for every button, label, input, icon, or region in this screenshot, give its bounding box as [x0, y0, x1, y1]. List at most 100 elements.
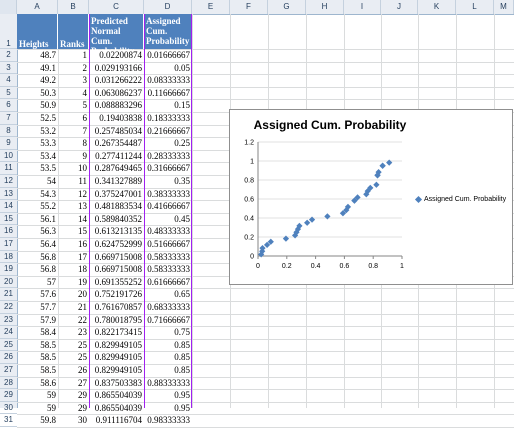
- column-header-c[interactable]: C: [89, 0, 144, 14]
- row-header-23[interactable]: 23: [0, 314, 17, 327]
- cell-r10-c2[interactable]: 0.277411244: [89, 150, 144, 163]
- row-header-3[interactable]: 3: [0, 62, 17, 75]
- cell-r11-c3[interactable]: 0.31666667: [144, 162, 192, 175]
- cell-r28-c1[interactable]: 27: [58, 377, 89, 390]
- cell-r28-c2[interactable]: 0.837503383: [89, 377, 144, 390]
- cell-r12-c0[interactable]: 54: [17, 175, 58, 188]
- cell-r21-c2[interactable]: 0.752191726: [89, 288, 144, 301]
- cell-r6-c0[interactable]: 50.9: [17, 99, 58, 112]
- row-header-26[interactable]: 26: [0, 351, 17, 364]
- cell-r20-c2[interactable]: 0.691355252: [89, 276, 144, 289]
- cell-r19-c1[interactable]: 18: [58, 263, 89, 276]
- cell-r13-c3[interactable]: 0.38333333: [144, 188, 192, 201]
- row-header-13[interactable]: 13: [0, 188, 17, 201]
- cell-r2-c2[interactable]: 0.02200874: [89, 49, 144, 62]
- cell-r6-c3[interactable]: 0.15: [144, 99, 192, 112]
- cell-r14-c1[interactable]: 13: [58, 200, 89, 213]
- cell-r17-c0[interactable]: 56.4: [17, 238, 58, 251]
- cell-r3-c0[interactable]: 49.1: [17, 62, 58, 75]
- cell-r20-c1[interactable]: 19: [58, 276, 89, 289]
- row-header-7[interactable]: 7: [0, 112, 17, 125]
- row-header-12[interactable]: 12: [0, 175, 17, 188]
- cell-r24-c3[interactable]: 0.75: [144, 326, 192, 339]
- cell-r12-c2[interactable]: 0.341327889: [89, 175, 144, 188]
- cell-r19-c0[interactable]: 56.8: [17, 263, 58, 276]
- cell-r4-c2[interactable]: 0.031266222: [89, 74, 144, 87]
- header-predicted[interactable]: Predicted Normal Cum. Probability: [89, 14, 144, 56]
- cell-r15-c1[interactable]: 14: [58, 213, 89, 226]
- cell-r7-c2[interactable]: 0.19403838: [89, 112, 144, 125]
- cell-r8-c0[interactable]: 53.2: [17, 125, 58, 138]
- cell-r31-c2[interactable]: 0.911116704: [89, 414, 144, 427]
- cell-r21-c3[interactable]: 0.65: [144, 288, 192, 301]
- cell-r4-c1[interactable]: 3: [58, 74, 89, 87]
- cell-r27-c0[interactable]: 58.5: [17, 364, 58, 377]
- cell-r3-c1[interactable]: 2: [58, 62, 89, 75]
- cell-r2-c3[interactable]: 0.01666667: [144, 49, 192, 62]
- column-header-e[interactable]: E: [192, 0, 230, 14]
- cell-r30-c2[interactable]: 0.865504039: [89, 402, 144, 415]
- cell-r8-c3[interactable]: 0.21666667: [144, 125, 192, 138]
- cell-r27-c1[interactable]: 26: [58, 364, 89, 377]
- cell-r4-c0[interactable]: 49.2: [17, 74, 58, 87]
- column-header-k[interactable]: K: [418, 0, 456, 14]
- cell-r8-c1[interactable]: 7: [58, 125, 89, 138]
- cell-r18-c0[interactable]: 56.8: [17, 251, 58, 264]
- cell-r22-c3[interactable]: 0.68333333: [144, 301, 192, 314]
- cell-r29-c3[interactable]: 0.95: [144, 389, 192, 402]
- cell-r24-c1[interactable]: 23: [58, 326, 89, 339]
- cell-r7-c3[interactable]: 0.18333333: [144, 112, 192, 125]
- row-header-19[interactable]: 19: [0, 263, 17, 276]
- row-header-8[interactable]: 8: [0, 125, 17, 138]
- cell-r23-c0[interactable]: 57.9: [17, 314, 58, 327]
- cell-r20-c0[interactable]: 57: [17, 276, 58, 289]
- cell-r6-c2[interactable]: 0.088883296: [89, 99, 144, 112]
- cell-r23-c3[interactable]: 0.71666667: [144, 314, 192, 327]
- cell-r20-c3[interactable]: 0.61666667: [144, 276, 192, 289]
- row-header-11[interactable]: 11: [0, 162, 17, 175]
- cell-r26-c2[interactable]: 0.829949105: [89, 351, 144, 364]
- row-header-27[interactable]: 27: [0, 364, 17, 377]
- cell-r5-c3[interactable]: 0.11666667: [144, 87, 192, 100]
- column-header-f[interactable]: F: [230, 0, 268, 14]
- cell-r13-c1[interactable]: 12: [58, 188, 89, 201]
- cell-r3-c2[interactable]: 0.029193166: [89, 62, 144, 75]
- cell-r25-c0[interactable]: 58.5: [17, 339, 58, 352]
- row-header-28[interactable]: 28: [0, 377, 17, 390]
- cell-r15-c3[interactable]: 0.45: [144, 213, 192, 226]
- cell-r31-c3[interactable]: 0.98333333: [144, 414, 192, 427]
- cell-r31-c1[interactable]: 30: [58, 414, 89, 427]
- row-header-4[interactable]: 4: [0, 74, 17, 87]
- cell-r22-c2[interactable]: 0.761670857: [89, 301, 144, 314]
- column-header-h[interactable]: H: [306, 0, 344, 14]
- cell-r11-c1[interactable]: 10: [58, 162, 89, 175]
- cell-r15-c2[interactable]: 0.589840352: [89, 213, 144, 226]
- row-header-14[interactable]: 14: [0, 200, 17, 213]
- cell-r13-c0[interactable]: 54.3: [17, 188, 58, 201]
- select-all-corner[interactable]: [0, 0, 17, 14]
- cell-r28-c0[interactable]: 58.6: [17, 377, 58, 390]
- row-header-25[interactable]: 25: [0, 339, 17, 352]
- column-header-l[interactable]: L: [456, 0, 494, 14]
- cell-r11-c0[interactable]: 53.5: [17, 162, 58, 175]
- cell-r29-c0[interactable]: 59: [17, 389, 58, 402]
- cell-r14-c0[interactable]: 55.2: [17, 200, 58, 213]
- row-header-21[interactable]: 21: [0, 288, 17, 301]
- cell-r5-c1[interactable]: 4: [58, 87, 89, 100]
- cell-r10-c1[interactable]: 9: [58, 150, 89, 163]
- row-header-18[interactable]: 18: [0, 251, 17, 264]
- row-header-31[interactable]: 31: [0, 414, 17, 427]
- column-header-j[interactable]: J: [381, 0, 418, 14]
- column-header-g[interactable]: G: [268, 0, 306, 14]
- cell-r13-c2[interactable]: 0.375247001: [89, 188, 144, 201]
- row-header-2[interactable]: 2: [0, 49, 17, 62]
- cell-r30-c1[interactable]: 29: [58, 402, 89, 415]
- cell-r18-c3[interactable]: 0.58333333: [144, 251, 192, 264]
- cell-r22-c1[interactable]: 21: [58, 301, 89, 314]
- cell-r17-c3[interactable]: 0.51666667: [144, 238, 192, 251]
- cell-r16-c1[interactable]: 15: [58, 225, 89, 238]
- cell-r9-c0[interactable]: 53.3: [17, 137, 58, 150]
- cell-r31-c0[interactable]: 59.8: [17, 414, 58, 427]
- column-header-b[interactable]: B: [58, 0, 89, 14]
- cell-r19-c3[interactable]: 0.58333333: [144, 263, 192, 276]
